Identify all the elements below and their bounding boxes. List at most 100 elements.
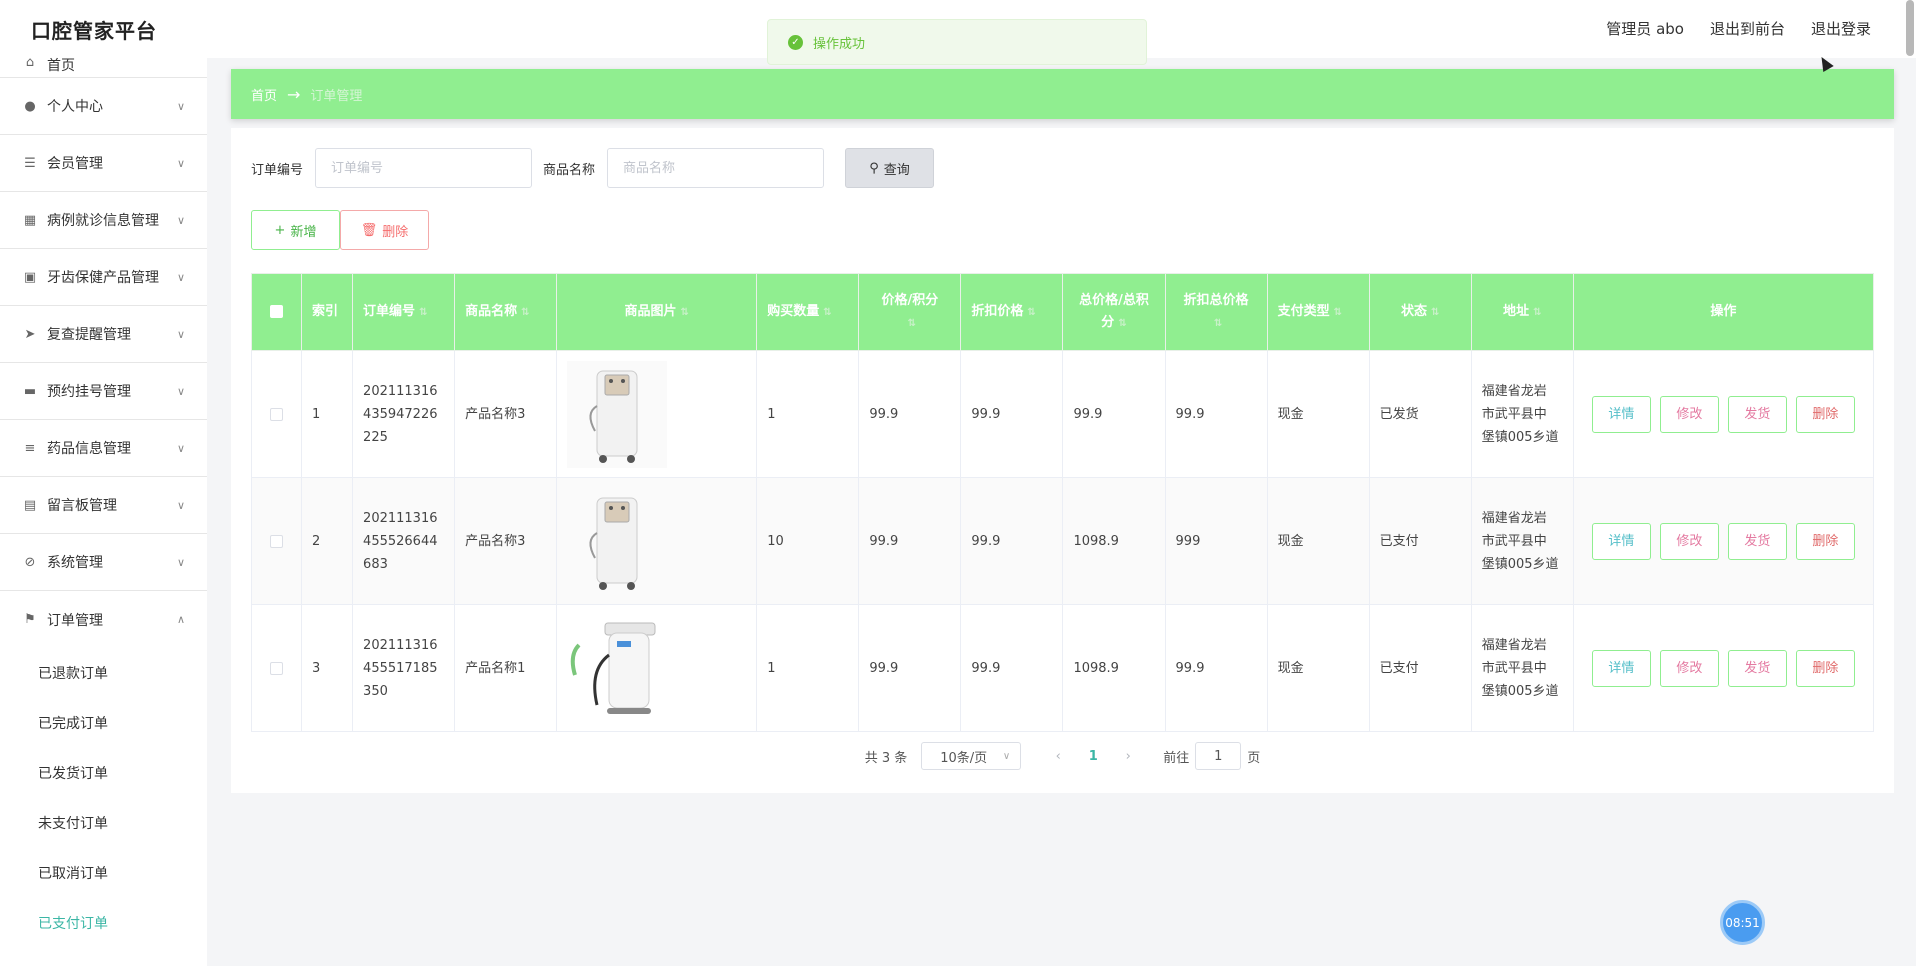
sort-icon: ⇅	[680, 306, 689, 318]
chevron-down-icon: ∨	[176, 156, 185, 170]
cell-index: 1	[301, 350, 354, 478]
user-icon: ●	[24, 98, 36, 114]
sidebar-item-orders[interactable]: ⚑ 订单管理 ∧	[0, 591, 207, 648]
col-product-name[interactable]: 商品名称 ⇅	[454, 273, 558, 351]
product-image	[567, 614, 668, 722]
detail-button[interactable]: 详情	[1591, 522, 1651, 560]
sidebar-item-label: 系统管理	[47, 555, 103, 571]
clock-badge[interactable]: 08:51	[1720, 900, 1765, 945]
cell-discount-price: 99.9	[960, 604, 1064, 732]
col-discount-total[interactable]: 折扣总价格 ⇅	[1164, 273, 1268, 351]
action-buttons: + 新增 🗑 删除	[251, 210, 429, 250]
cell-product-name: 产品名称3	[454, 350, 558, 478]
col-index: 索引	[301, 273, 354, 351]
goto-page-input[interactable]	[1195, 742, 1242, 770]
product-image	[567, 360, 668, 468]
sidebar-item-label: 留言板管理	[47, 498, 117, 514]
sidebar-item-members[interactable]: ☰ 会员管理 ∨	[0, 135, 207, 192]
detail-button[interactable]: 详情	[1591, 649, 1651, 687]
row-checkbox[interactable]	[250, 350, 303, 478]
cell-price: 99.9	[858, 350, 962, 478]
sidebar-sub-paid[interactable]: 已支付订单	[0, 898, 207, 948]
order-no-input[interactable]	[315, 148, 533, 188]
page-number-current[interactable]: 1	[1073, 749, 1113, 764]
sidebar-item-personal[interactable]: ● 个人中心 ∨	[0, 78, 207, 135]
col-total[interactable]: 总价格/总积分 ⇅	[1062, 273, 1166, 351]
send-icon: ➤	[24, 326, 36, 342]
page-size-select[interactable]: 10条/页 ∨	[921, 742, 1022, 770]
col-order-no[interactable]: 订单编号 ⇅	[352, 273, 456, 351]
row-delete-button[interactable]: 删除	[1795, 522, 1855, 560]
col-discount-price[interactable]: 折扣价格 ⇅	[960, 273, 1064, 351]
sort-icon: ⇅	[1431, 306, 1440, 318]
success-toast: ✓ 操作成功	[767, 19, 1147, 65]
ship-button[interactable]: 发货	[1727, 395, 1787, 433]
grid-icon: ▦	[23, 212, 37, 228]
ship-button[interactable]: 发货	[1727, 522, 1787, 560]
table-row: 3 202111316 455517185 350 产品名称1 1 99.9 9…	[250, 604, 1875, 732]
next-page-icon[interactable]: ›	[1113, 749, 1143, 764]
delete-button[interactable]: 🗑 删除	[340, 210, 429, 250]
plus-icon: +	[274, 222, 286, 238]
app-title: 口腔管家平台	[31, 19, 157, 43]
table-row: 1 202111316 435947226 225 产品名称3 1 99.9 99.…	[250, 350, 1875, 478]
to-front-link[interactable]: 退出到前台	[1710, 18, 1785, 39]
ship-button[interactable]: 发货	[1727, 649, 1787, 687]
cell-operations: 详情 修改 发货 删除	[1572, 604, 1875, 732]
breadcrumb: 首页 → 订单管理	[231, 69, 1894, 119]
sidebar-item-label: 首页	[47, 58, 75, 74]
cell-product-image	[556, 604, 758, 732]
sidebar-item-reminders[interactable]: ➤ 复查提醒管理 ∨	[0, 306, 207, 363]
sidebar: ⌂ 首页 ● 个人中心 ∨ ☰ 会员管理 ∨ ▦ 病例就诊信息管理 ∨ ▣ 牙齿…	[0, 55, 207, 966]
sidebar-item-medicine[interactable]: ≡ 药品信息管理 ∨	[0, 420, 207, 477]
select-all-checkbox[interactable]	[250, 273, 303, 351]
cell-product-image	[556, 350, 758, 478]
sidebar-sub-unpaid[interactable]: 未支付订单	[0, 798, 207, 848]
cell-operations: 详情 修改 发货 删除	[1572, 350, 1875, 478]
col-status[interactable]: 状态 ⇅	[1368, 273, 1472, 351]
sidebar-item-cases[interactable]: ▦ 病例就诊信息管理 ∨	[0, 192, 207, 249]
row-checkbox[interactable]	[250, 477, 303, 605]
chevron-down-icon: ∨	[176, 441, 185, 455]
add-button[interactable]: + 新增	[251, 210, 340, 250]
cell-discount-total: 999	[1164, 477, 1268, 605]
sidebar-sub-completed[interactable]: 已完成订单	[0, 698, 207, 748]
sidebar-sub-shipped[interactable]: 已发货订单	[0, 748, 207, 798]
sidebar-sub-refunded[interactable]: 已退款订单	[0, 648, 207, 698]
chevron-down-icon: ∨	[1002, 750, 1011, 762]
col-quantity[interactable]: 购买数量 ⇅	[756, 273, 860, 351]
cell-discount-price: 99.9	[960, 477, 1064, 605]
chevron-down-icon: ∨	[176, 213, 185, 227]
row-checkbox[interactable]	[250, 604, 303, 732]
breadcrumb-home[interactable]: 首页	[251, 85, 277, 104]
col-address[interactable]: 地址 ⇅	[1470, 273, 1574, 351]
logout-link[interactable]: 退出登录	[1811, 18, 1871, 39]
sort-icon: ⇅	[1027, 306, 1036, 318]
sidebar-item-messages[interactable]: ▤ 留言板管理 ∨	[0, 477, 207, 534]
sort-icon: ⇅	[1333, 306, 1342, 318]
sidebar-item-label: 个人中心	[47, 99, 103, 115]
col-price[interactable]: 价格/积分 ⇅	[858, 273, 962, 351]
row-delete-button[interactable]: 删除	[1795, 649, 1855, 687]
edit-button[interactable]: 修改	[1659, 649, 1719, 687]
product-name-input[interactable]	[607, 148, 825, 188]
col-pay-type[interactable]: 支付类型 ⇅	[1266, 273, 1370, 351]
sidebar-item-appointments[interactable]: ▬ 预约挂号管理 ∨	[0, 363, 207, 420]
col-product-image[interactable]: 商品图片 ⇅	[556, 273, 758, 351]
sidebar-item-label: 药品信息管理	[47, 441, 131, 457]
sidebar-item-products[interactable]: ▣ 牙齿保健产品管理 ∨	[0, 249, 207, 306]
detail-button[interactable]: 详情	[1591, 395, 1651, 433]
sidebar-item-home[interactable]: ⌂ 首页	[0, 55, 207, 78]
row-delete-button[interactable]: 删除	[1795, 395, 1855, 433]
edit-button[interactable]: 修改	[1659, 522, 1719, 560]
sort-icon: ⇅	[1533, 306, 1542, 318]
sidebar-sub-cancelled[interactable]: 已取消订单	[0, 848, 207, 898]
sidebar-item-system[interactable]: ⊘ 系统管理 ∨	[0, 534, 207, 591]
home-icon: ⌂	[25, 55, 35, 70]
cell-order-no: 202111316 455517185 350	[352, 604, 456, 732]
edit-button[interactable]: 修改	[1659, 395, 1719, 433]
prev-page-icon[interactable]: ‹	[1043, 749, 1073, 764]
query-button[interactable]: ⚲ 查询	[845, 148, 935, 188]
page-scrollbar[interactable]	[1906, 0, 1914, 56]
cell-index: 2	[301, 477, 354, 605]
